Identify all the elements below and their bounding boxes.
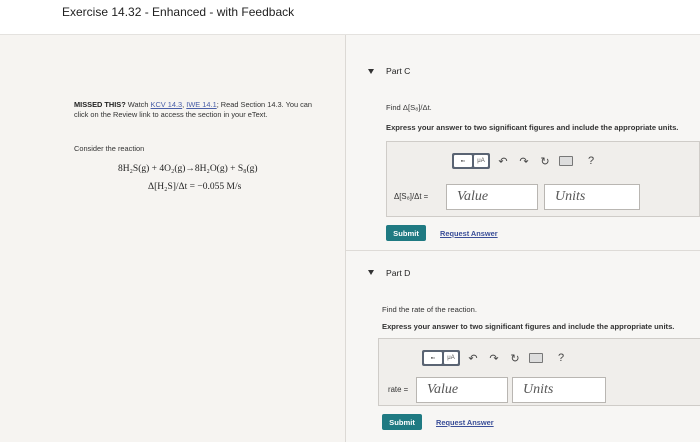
part-d-question: Find the rate of the reaction. [382,305,477,314]
redo-icon[interactable]: ↷ [486,350,502,366]
part-c-title[interactable]: Part C [386,66,410,76]
part-c-request-answer-link[interactable]: Request Answer [440,229,498,238]
missed-watch: Watch [125,100,151,109]
part-c-value-input[interactable]: Value [446,184,538,210]
help-icon[interactable]: ? [583,153,599,169]
units-button[interactable]: μA [474,155,488,167]
part-d-instruction: Express your answer to two significant f… [382,322,675,331]
part-d-eq-label: rate = [388,385,409,394]
part-d-request-answer-link[interactable]: Request Answer [436,418,494,427]
link-kcv-14-3[interactable]: KCV 14.3 [151,100,183,109]
undo-icon[interactable]: ↶ [495,153,511,169]
undo-icon[interactable]: ↶ [465,350,481,366]
part-d-units-input[interactable]: Units [512,377,606,403]
templates-group: ▪▫ μA [422,350,460,366]
consider-text: Consider the reaction [74,144,145,153]
part-c-question: Find Δ[S₈]/Δt. [386,103,432,112]
exercise-title: Exercise 14.32 - Enhanced - with Feedbac… [62,5,295,19]
part-c-instruction: Express your answer to two significant f… [386,123,679,132]
part-d-value-input[interactable]: Value [416,377,508,403]
part-d-toolbar: ▪▫ μA ↶ ↷ ↻ ? [422,349,569,367]
templates-button[interactable]: ▪▫ [454,155,472,167]
units-button[interactable]: μA [444,352,458,364]
part-c-submit-button[interactable]: Submit [386,225,426,241]
part-d-title[interactable]: Part D [386,268,410,278]
keyboard-icon[interactable] [529,353,543,363]
problem-panel [0,35,345,442]
reaction-equation: 8H₂S(g) + 4O₂(g)→8H₂O(g) + S₈(g) [118,164,258,174]
missed-this-note: MISSED THIS? Watch KCV 14.3, IWE 14.1; R… [74,100,324,119]
part-separator [346,250,700,251]
missed-label: MISSED THIS? [74,100,126,109]
redo-icon[interactable]: ↷ [516,153,532,169]
collapse-part-c-icon[interactable] [368,69,374,74]
exercise-header: Exercise 14.32 - Enhanced - with Feedbac… [0,0,700,35]
keyboard-icon[interactable] [559,156,573,166]
part-c-toolbar: ▪▫ μA ↶ ↷ ↻ ? [452,152,599,170]
rate-given: Δ[H₂S]/Δt = −0.055 M/s [148,182,242,192]
reset-icon[interactable]: ↻ [507,350,523,366]
templates-group: ▪▫ μA [452,153,490,169]
part-c-eq-label: Δ[S₈]/Δt = [394,192,429,201]
part-c-units-input[interactable]: Units [544,184,640,210]
collapse-part-d-icon[interactable] [368,270,374,275]
help-icon[interactable]: ? [553,350,569,366]
reset-icon[interactable]: ↻ [537,153,553,169]
templates-button[interactable]: ▪▫ [424,352,442,364]
part-d-submit-button[interactable]: Submit [382,414,422,430]
link-iwe-14-1[interactable]: IWE 14.1 [186,100,216,109]
